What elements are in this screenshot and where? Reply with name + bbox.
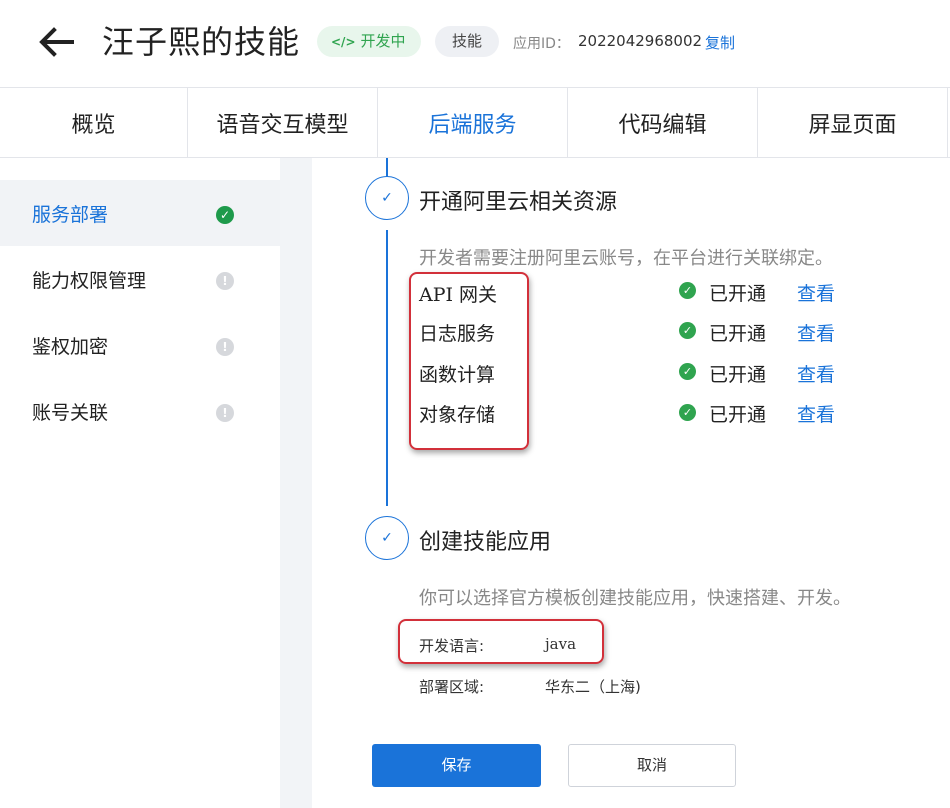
field-label: 部署区域: <box>419 678 485 696</box>
sidebar-item-account-link[interactable]: 账号关联 ! <box>0 378 280 444</box>
type-badge: 技能 <box>435 26 499 57</box>
sidebar-item-service-deploy[interactable]: 服务部署 ✓ <box>0 180 280 246</box>
save-button[interactable]: 保存 <box>372 744 541 787</box>
code-icon: </> <box>331 35 356 49</box>
copy-app-id-link[interactable]: 复制 <box>705 32 735 53</box>
sidebar-item-auth-encryption[interactable]: 鉴权加密 ! <box>0 312 280 378</box>
service-status: 已开通 <box>709 364 767 386</box>
status-badge-label: 开发中 <box>360 32 406 50</box>
cancel-button[interactable]: 取消 <box>568 744 736 787</box>
exclamation-circle-icon: ! <box>216 404 234 422</box>
step-check-icon: ✓ <box>365 176 409 220</box>
step-description: 你可以选择官方模板创建技能应用，快速搭建、开发。 <box>419 588 851 609</box>
step-check-icon: ✓ <box>365 516 409 560</box>
tab-code-editor[interactable]: 代码编辑 <box>568 88 758 157</box>
check-circle-icon: ✓ <box>216 206 234 224</box>
check-circle-icon: ✓ <box>679 363 696 380</box>
deploy-region-value: 华东二（上海) <box>545 678 641 696</box>
content-divider <box>280 158 312 808</box>
step-connector <box>386 230 388 506</box>
app-id-value: 2022042968002 <box>578 32 703 50</box>
check-circle-icon: ✓ <box>679 404 696 421</box>
view-service-link[interactable]: 查看 <box>797 360 835 387</box>
view-service-link[interactable]: 查看 <box>797 319 835 346</box>
check-circle-icon: ✓ <box>679 282 696 299</box>
view-service-link[interactable]: 查看 <box>797 279 835 306</box>
step-title: 开通阿里云相关资源 <box>419 190 618 215</box>
view-service-link[interactable]: 查看 <box>797 400 835 427</box>
check-circle-icon: ✓ <box>679 322 696 339</box>
annotation-highlight-box <box>398 619 604 664</box>
exclamation-circle-icon: ! <box>216 338 234 356</box>
main-tabs: 概览 语音交互模型 后端服务 代码编辑 屏显页面 <box>0 87 950 158</box>
sidebar-item-label: 服务部署 <box>32 204 109 226</box>
exclamation-circle-icon: ! <box>216 272 234 290</box>
tab-overview[interactable]: 概览 <box>0 88 188 157</box>
page-title: 汪子熙的技能 <box>102 23 301 61</box>
sidebar-item-label: 能力权限管理 <box>32 270 147 292</box>
sidebar: 服务部署 ✓ 能力权限管理 ! 鉴权加密 ! 账号关联 ! <box>0 158 280 808</box>
annotation-highlight-box <box>409 272 529 450</box>
service-status: 已开通 <box>709 404 767 426</box>
back-arrow-icon[interactable] <box>36 24 76 60</box>
tab-backend-service[interactable]: 后端服务 <box>378 88 568 157</box>
sidebar-item-label: 鉴权加密 <box>32 336 109 358</box>
service-status: 已开通 <box>709 323 767 345</box>
step-title: 创建技能应用 <box>419 530 552 555</box>
step-connector <box>386 158 388 178</box>
status-badge: </> 开发中 <box>317 26 421 57</box>
service-status: 已开通 <box>709 283 767 305</box>
app-id-label: 应用ID： <box>513 36 570 52</box>
tab-screen-page[interactable]: 屏显页面 <box>758 88 948 157</box>
sidebar-item-permission[interactable]: 能力权限管理 ! <box>0 246 280 312</box>
main-content: ✓ 开通阿里云相关资源 开发者需要注册阿里云账号，在平台进行关联绑定。 API … <box>312 158 950 808</box>
page-header: 汪子熙的技能 </> 开发中 技能 应用ID： 2022042968002 复制 <box>0 0 950 87</box>
tab-voice-model[interactable]: 语音交互模型 <box>188 88 378 157</box>
step-description: 开发者需要注册阿里云账号，在平台进行关联绑定。 <box>419 248 833 269</box>
sidebar-item-label: 账号关联 <box>32 402 109 424</box>
